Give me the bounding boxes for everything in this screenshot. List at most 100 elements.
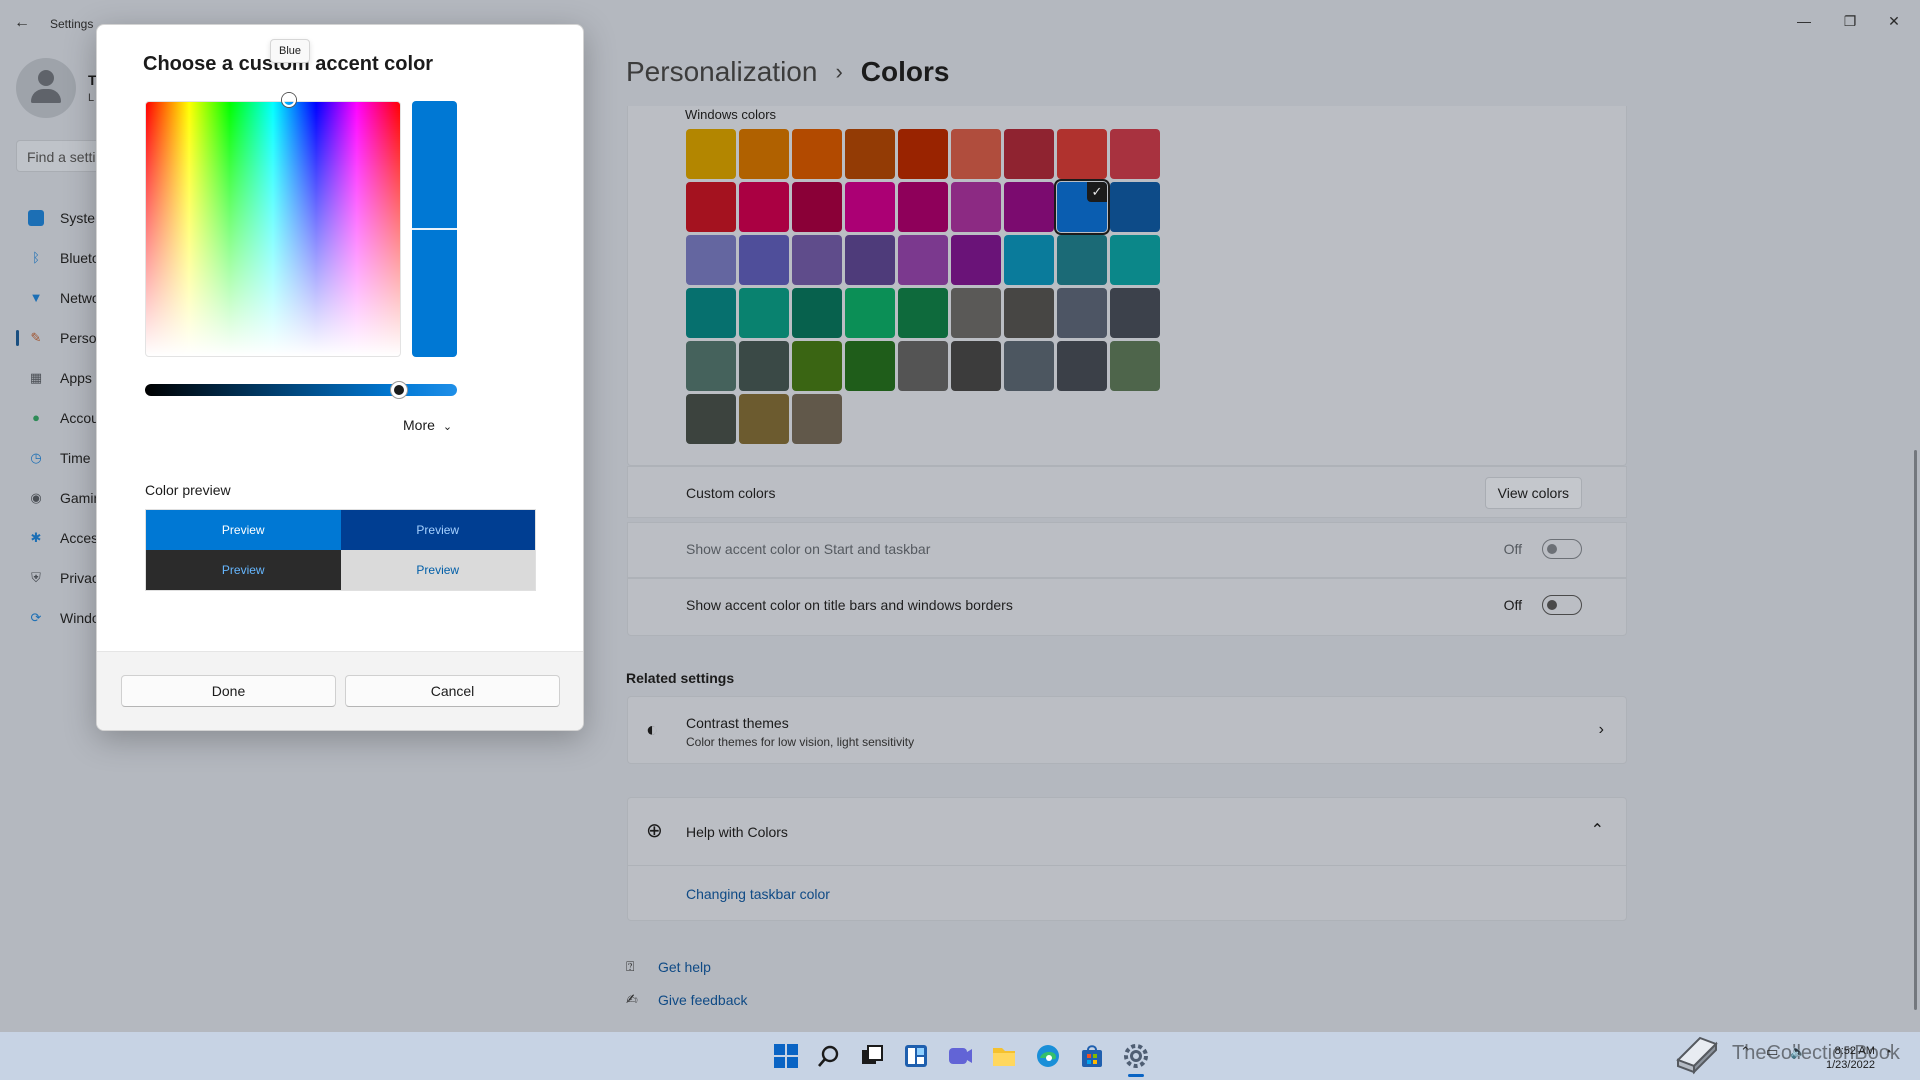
brush-icon: ✎	[30, 330, 42, 345]
color-swatch[interactable]	[686, 341, 736, 391]
changing-taskbar-color-link[interactable]: Changing taskbar color	[686, 886, 830, 902]
sidebar-item-label: Windo	[60, 610, 100, 626]
value-slider-thumb[interactable]	[390, 382, 407, 398]
task-view-icon[interactable]	[858, 1042, 886, 1070]
color-swatch[interactable]	[1110, 129, 1160, 179]
color-swatch[interactable]	[686, 129, 736, 179]
color-swatch[interactable]	[792, 341, 842, 391]
cancel-button[interactable]: Cancel	[345, 675, 560, 707]
more-button[interactable]: More ⌄	[403, 417, 452, 433]
give-feedback-label: Give feedback	[658, 991, 748, 1008]
color-swatch[interactable]	[845, 288, 895, 338]
color-swatch[interactable]	[739, 341, 789, 391]
system-clock[interactable]: 8:52 AM 1/23/2022	[1826, 1044, 1875, 1072]
color-swatch[interactable]	[951, 182, 1001, 232]
toggle-knob	[1547, 600, 1557, 610]
color-swatch[interactable]	[686, 235, 736, 285]
custom-colors-row: Custom colors View colors	[627, 466, 1627, 518]
color-swatch[interactable]	[792, 288, 842, 338]
color-swatch[interactable]	[951, 129, 1001, 179]
color-spectrum[interactable]	[145, 101, 401, 357]
color-swatch[interactable]	[1110, 341, 1160, 391]
color-swatch[interactable]	[898, 129, 948, 179]
color-swatch[interactable]	[845, 182, 895, 232]
scrollbar[interactable]	[1914, 450, 1917, 1010]
view-colors-button[interactable]: View colors	[1484, 477, 1582, 509]
color-swatch[interactable]	[792, 235, 842, 285]
search-icon[interactable]	[815, 1042, 843, 1070]
checkmark-icon: ✓	[1087, 182, 1107, 202]
back-arrow-icon[interactable]: ←	[14, 14, 34, 34]
minimize-button[interactable]: —	[1786, 6, 1822, 36]
color-swatch[interactable]	[739, 394, 789, 444]
color-swatch[interactable]	[792, 182, 842, 232]
color-swatch[interactable]	[686, 182, 736, 232]
done-button[interactable]: Done	[121, 675, 336, 707]
value-slider-track[interactable]	[145, 384, 457, 396]
get-help-link[interactable]: ⍰ Get help	[626, 950, 748, 983]
color-swatch[interactable]	[1057, 341, 1107, 391]
active-app-indicator	[1128, 1074, 1144, 1077]
color-swatch[interactable]	[845, 235, 895, 285]
accent-start-label: Show accent color on Start and taskbar	[686, 541, 931, 557]
color-swatch[interactable]	[1110, 288, 1160, 338]
bluetooth-icon: ᛒ	[32, 250, 40, 265]
color-swatch[interactable]	[739, 235, 789, 285]
color-swatch[interactable]	[1004, 182, 1054, 232]
breadcrumb-parent[interactable]: Personalization	[626, 56, 817, 88]
color-swatch[interactable]	[686, 288, 736, 338]
preview-dark-theme: Preview	[146, 550, 341, 590]
accent-start-toggle[interactable]	[1542, 539, 1582, 559]
color-swatch[interactable]	[686, 394, 736, 444]
color-swatch[interactable]	[1057, 235, 1107, 285]
color-swatch[interactable]	[1004, 288, 1054, 338]
accessibility-icon: ✱	[30, 530, 42, 545]
color-swatch[interactable]	[898, 341, 948, 391]
color-swatch[interactable]	[739, 288, 789, 338]
color-swatch[interactable]	[951, 341, 1001, 391]
display-tray-icon[interactable]: ▭	[1766, 1044, 1778, 1060]
color-swatch[interactable]	[1110, 235, 1160, 285]
color-swatch[interactable]	[792, 394, 842, 444]
contrast-themes-subtitle: Color themes for low vision, light sensi…	[686, 735, 915, 749]
color-swatch[interactable]	[739, 129, 789, 179]
widgets-icon[interactable]	[902, 1042, 930, 1070]
start-icon[interactable]	[772, 1042, 800, 1070]
color-swatch[interactable]	[898, 288, 948, 338]
give-feedback-link[interactable]: ✍ Give feedback	[626, 983, 748, 1016]
close-button[interactable]: ✕	[1876, 6, 1912, 36]
color-swatch[interactable]	[951, 288, 1001, 338]
color-swatch[interactable]	[951, 235, 1001, 285]
store-icon[interactable]	[1078, 1042, 1106, 1070]
color-swatch[interactable]	[898, 235, 948, 285]
chat-icon[interactable]	[946, 1042, 974, 1070]
spectrum-handle[interactable]	[282, 93, 296, 107]
contrast-themes-row[interactable]: ◐ Contrast themes Color themes for low v…	[627, 696, 1627, 764]
volume-icon[interactable]: 🔈	[1790, 1044, 1806, 1060]
color-swatch[interactable]	[1110, 182, 1160, 232]
color-swatch[interactable]	[739, 182, 789, 232]
color-swatch[interactable]	[1057, 288, 1107, 338]
help-with-colors-header[interactable]: ⊕ Help with Colors ⌃	[628, 798, 1626, 866]
edge-icon[interactable]	[1034, 1042, 1062, 1070]
page-title: Colors	[860, 56, 950, 87]
color-swatch[interactable]	[1004, 129, 1054, 179]
file-explorer-icon[interactable]	[990, 1042, 1018, 1070]
color-swatch[interactable]	[792, 129, 842, 179]
color-swatch[interactable]	[898, 182, 948, 232]
shield-icon: ⛨	[31, 570, 41, 585]
help-icon: ⍰	[626, 958, 635, 974]
color-swatch[interactable]	[1004, 341, 1054, 391]
maximize-button[interactable]: ❐	[1832, 6, 1868, 36]
color-swatch[interactable]	[1057, 129, 1107, 179]
chevron-up-tray-icon[interactable]: ⌃	[1740, 1044, 1751, 1060]
notification-icon[interactable]: ◔	[1884, 1044, 1892, 1059]
bottom-links: ⍰ Get help ✍ Give feedback	[626, 950, 748, 1016]
settings-gear-icon[interactable]	[1122, 1042, 1150, 1070]
color-swatch[interactable]: ✓	[1054, 179, 1110, 235]
avatar[interactable]	[16, 58, 76, 118]
color-swatch[interactable]	[845, 341, 895, 391]
color-swatch[interactable]	[1004, 235, 1054, 285]
accent-titlebars-toggle[interactable]	[1542, 595, 1582, 615]
color-swatch[interactable]	[845, 129, 895, 179]
